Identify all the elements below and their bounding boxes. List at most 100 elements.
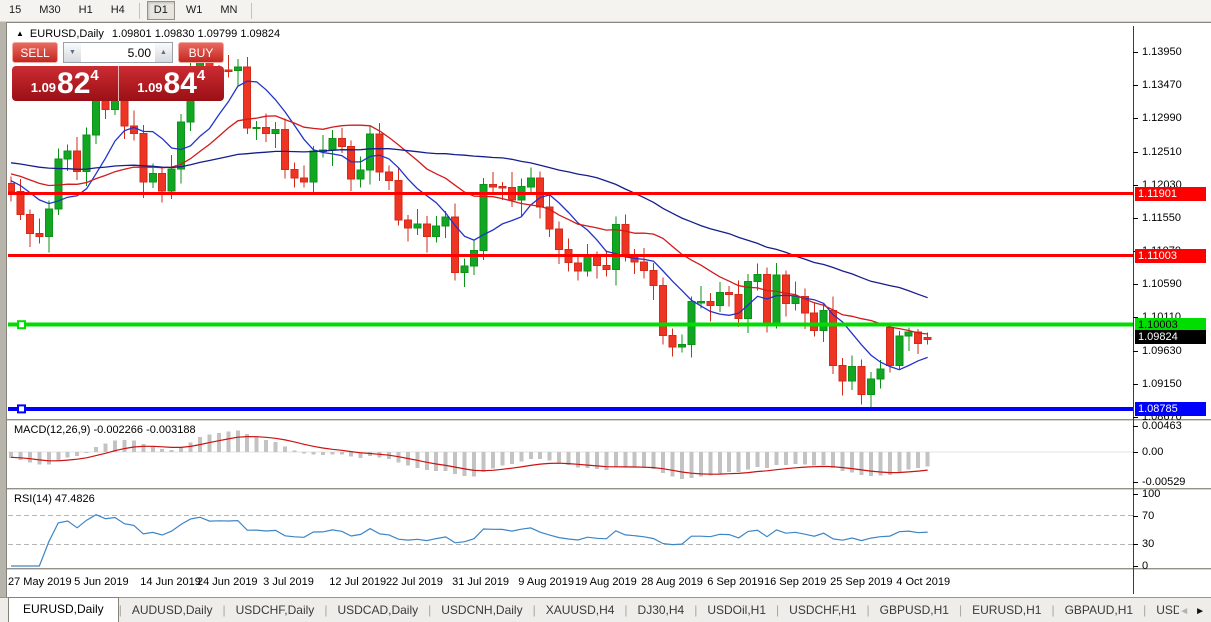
tabs-scroll-left-icon[interactable]: ◄: [1179, 606, 1189, 618]
tab-gbpaud-h1[interactable]: GBPAUD,H1: [1055, 599, 1143, 622]
timeframe-button-15[interactable]: 15: [2, 1, 28, 20]
date-tick-label: 19 Aug 2019: [575, 576, 637, 588]
one-click-trading-panel: SELL ▼ ▲ BUY 1.09824 1.09844: [12, 42, 224, 101]
macd-tick-label: 0.00: [1142, 446, 1163, 459]
price-tick-dash: [1133, 118, 1138, 119]
macd-tick-dash: [1133, 452, 1138, 453]
chart-tabs: EURUSD,Daily|AUDUSD,Daily|USDCHF,Daily|U…: [0, 597, 1179, 622]
toolbar-separator: [139, 3, 140, 19]
date-tick-label: 9 Aug 2019: [518, 576, 574, 588]
rsi-splitter[interactable]: [7, 488, 1211, 490]
volume-increase-button[interactable]: ▲: [155, 43, 172, 62]
tab-eurusd-h1[interactable]: EURUSD,H1: [962, 599, 1051, 622]
date-tick-label: 24 Jun 2019: [197, 576, 258, 588]
macd-values: -0.002266 -0.003188: [93, 424, 195, 436]
toolbar-separator: [251, 3, 252, 19]
chart-title: ▲ EURUSD,Daily 1.09801 1.09830 1.09799 1.0…: [16, 28, 280, 40]
date-tick-label: 25 Sep 2019: [830, 576, 892, 588]
price-tick-label: 1.13950: [1142, 46, 1182, 59]
date-tick-label: 6 Sep 2019: [707, 576, 763, 588]
tab-usdchf-daily[interactable]: USDCHF,Daily: [226, 599, 325, 622]
macd-histogram: [9, 431, 930, 479]
price-level-badge: 1.11901: [1135, 187, 1206, 201]
mdi-left-gutter: [0, 22, 7, 597]
tab-usdchf-h1[interactable]: USDCHF,H1: [779, 599, 866, 622]
date-tick-label: 28 Aug 2019: [641, 576, 703, 588]
tab-eurusd-daily[interactable]: EURUSD,Daily: [8, 597, 119, 622]
rsi-indicator-canvas[interactable]: [8, 490, 1133, 568]
date-tick-label: 3 Jul 2019: [263, 576, 314, 588]
rsi-tick-dash: [1133, 544, 1138, 545]
price-tick-dash: [1133, 152, 1138, 153]
tab-dj30-h4[interactable]: DJ30,H4: [628, 599, 695, 622]
tab-audusd-daily[interactable]: AUDUSD,Daily: [122, 599, 223, 622]
hline-handle: [18, 405, 25, 412]
macd-splitter[interactable]: [7, 419, 1211, 421]
macd-tick-dash: [1133, 482, 1138, 483]
rsi-tick-dash: [1133, 494, 1138, 495]
tab-usdcnh-daily[interactable]: USDCNH,Daily: [431, 599, 532, 622]
price-tick-dash: [1133, 185, 1138, 186]
rsi-tick-label: 30: [1142, 538, 1154, 551]
price-tick-label: 1.11550: [1142, 212, 1181, 225]
timeframe-button-mn[interactable]: MN: [213, 1, 244, 20]
chart-symbol-label: EURUSD,Daily: [30, 28, 104, 40]
date-tick-label: 27 May 2019: [8, 576, 72, 588]
price-tick-dash: [1133, 417, 1138, 418]
price-tick-label: 1.12510: [1142, 146, 1182, 159]
price-tick-label: 1.13470: [1142, 79, 1182, 92]
timeframe-button-d1[interactable]: D1: [147, 1, 175, 20]
timeframe-button-m30[interactable]: M30: [32, 1, 67, 20]
volume-stepper: ▼ ▲: [63, 42, 173, 63]
price-tick-label: 1.09150: [1142, 378, 1182, 391]
collapse-chart-icon[interactable]: ▲: [16, 29, 24, 38]
rsi-tick-label: 70: [1142, 510, 1154, 523]
tab-usdoil-h1[interactable]: USDOil,H1: [697, 599, 776, 622]
sell-button[interactable]: SELL: [12, 42, 58, 63]
price-tick-dash: [1133, 218, 1138, 219]
date-tick-label: 4 Oct 2019: [896, 576, 950, 588]
rsi-tick-label: 0: [1142, 560, 1148, 573]
buy-price-prefix: 1.09: [137, 80, 162, 95]
price-tick-label: 1.09630: [1142, 345, 1182, 358]
tabs-scroll-right-icon[interactable]: ►: [1195, 606, 1205, 618]
price-tick-label: 1.12990: [1142, 112, 1182, 125]
buy-price-box[interactable]: 1.09844: [119, 66, 225, 101]
rsi-label: RSI(14) 47.4826: [14, 493, 95, 505]
buy-button[interactable]: BUY: [178, 42, 224, 63]
rsi-tick-dash: [1133, 566, 1138, 567]
buy-price-big: 84: [164, 69, 197, 99]
tab-xauusd-h4[interactable]: XAUUSD,H4: [536, 599, 625, 622]
buy-price-sup: 4: [197, 67, 205, 84]
macd-tick-label: -0.00529: [1142, 476, 1185, 489]
timeframe-button-h4[interactable]: H4: [104, 1, 132, 20]
volume-input[interactable]: [81, 43, 155, 62]
macd-tick-dash: [1133, 426, 1138, 427]
date-tick-label: 31 Jul 2019: [452, 576, 509, 588]
sell-price-box[interactable]: 1.09824: [12, 66, 119, 101]
price-tick-label: 1.10590: [1142, 278, 1182, 291]
price-tick-dash: [1133, 52, 1138, 53]
date-tick-label: 16 Sep 2019: [764, 576, 826, 588]
chart-ohlc-values: 1.09801 1.09830 1.09799 1.09824: [112, 28, 280, 40]
date-tick-label: 22 Jul 2019: [386, 576, 443, 588]
tab-gbpusd-h1[interactable]: GBPUSD,H1: [870, 599, 959, 622]
tab-usdjp[interactable]: USDJP: [1146, 599, 1179, 622]
tab-usdcad-daily[interactable]: USDCAD,Daily: [327, 599, 428, 622]
rsi-tick-label: 100: [1142, 488, 1160, 501]
price-tick-dash: [1133, 384, 1138, 385]
price-tick-dash: [1133, 85, 1138, 86]
trading-terminal: { "toolbar": { "timeframes": [ {"label":…: [0, 0, 1211, 622]
sell-price-prefix: 1.09: [31, 80, 56, 95]
current-price-badge: 1.09824: [1135, 330, 1206, 344]
rsi-tick-dash: [1133, 516, 1138, 517]
macd-tick-label: 0.00463: [1142, 420, 1182, 433]
price-tick-dash: [1133, 351, 1138, 352]
hline-handle: [18, 321, 25, 328]
price-axis: 1.139501.134701.129901.125101.120301.115…: [1133, 26, 1211, 594]
price-tick-dash: [1133, 284, 1138, 285]
timeframe-button-w1[interactable]: W1: [179, 1, 210, 20]
date-tick-label: 12 Jul 2019: [329, 576, 386, 588]
volume-decrease-button[interactable]: ▼: [64, 43, 81, 62]
timeframe-button-h1[interactable]: H1: [72, 1, 100, 20]
